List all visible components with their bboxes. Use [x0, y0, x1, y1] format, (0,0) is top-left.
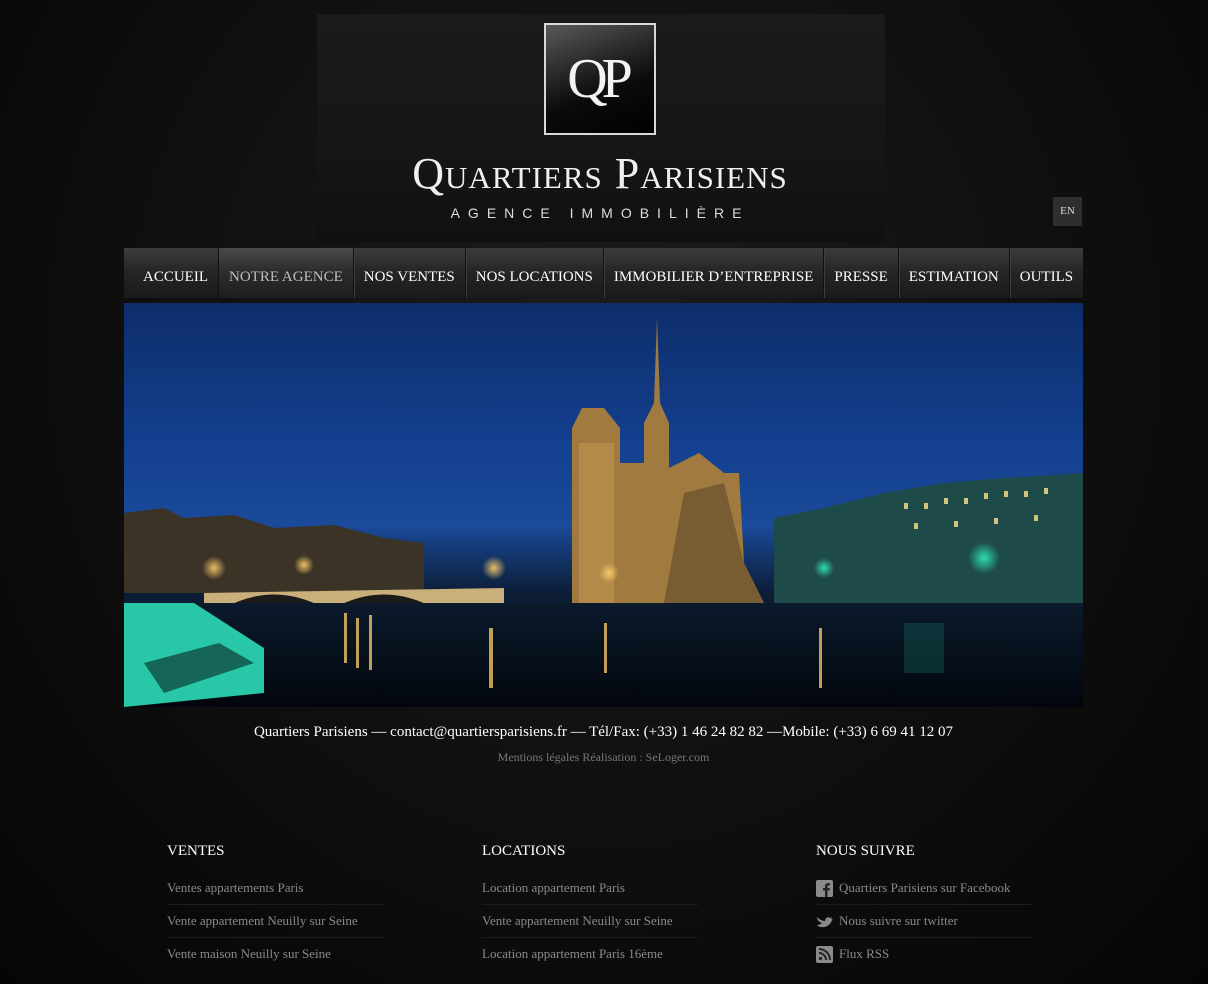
legal-notice-link[interactable]: Mentions légales — [498, 750, 580, 764]
main-nav: ACCUEIL NOTRE AGENCE NOS VENTES NOS LOCA… — [124, 248, 1083, 298]
rss-icon — [816, 945, 833, 963]
footer-column-locations: LOCATIONS Location appartement Paris Ven… — [482, 843, 698, 970]
language-switch-button[interactable]: EN — [1053, 197, 1082, 226]
facebook-link[interactable]: Quartiers Parisiens sur Facebook — [816, 872, 1032, 905]
footer-column-social: NOUS SUIVRE Quartiers Parisiens sur Face… — [816, 843, 1032, 970]
nav-item-nos-ventes[interactable]: NOS VENTES — [354, 248, 466, 298]
nav-item-accueil[interactable]: ACCUEIL — [124, 248, 219, 298]
ventes-link[interactable]: Ventes appartements Paris — [167, 872, 383, 905]
nav-item-presse[interactable]: PRESSE — [824, 248, 899, 298]
credit-link[interactable]: Réalisation : SeLoger.com — [582, 750, 709, 764]
column-title-ventes: VENTES — [167, 843, 225, 859]
ventes-link[interactable]: Vente maison Neuilly sur Seine — [167, 938, 383, 970]
hero-image-notre-dame-night — [124, 303, 1083, 707]
hero-illustration — [124, 318, 1083, 707]
nav-item-notre-agence[interactable]: NOTRE AGENCE — [219, 248, 354, 298]
facebook-icon — [816, 879, 833, 897]
nav-item-outils[interactable]: OUTILS — [1010, 248, 1083, 298]
nav-item-immobilier-entreprise[interactable]: IMMOBILIER D’ENTREPRISE — [604, 248, 825, 298]
column-title-locations: LOCATIONS — [482, 843, 566, 859]
nav-item-nos-locations[interactable]: NOS LOCATIONS — [466, 248, 604, 298]
locations-link[interactable]: Vente appartement Neuilly sur Seine — [482, 905, 698, 938]
rss-label: Flux RSS — [839, 946, 890, 961]
locations-link[interactable]: Location appartement Paris — [482, 872, 698, 905]
twitter-bird-icon — [817, 916, 833, 927]
footer-column-ventes: VENTES Ventes appartements Paris Vente a… — [167, 843, 383, 970]
contact-line: Quartiers Parisiens — contact@quartiersp… — [253, 724, 954, 740]
facebook-label: Quartiers Parisiens sur Facebook — [839, 880, 1011, 895]
locations-link[interactable]: Location appartement Paris 16ème — [482, 938, 698, 970]
rss-link[interactable]: Flux RSS — [816, 938, 1032, 970]
nav-item-estimation[interactable]: ESTIMATION — [899, 248, 1010, 298]
column-title-social: NOUS SUIVRE — [816, 843, 915, 859]
brand-tagline: AGENCE IMMOBILIÈRE — [450, 205, 750, 221]
legal-line: Mentions légales Réalisation : SeLoger.c… — [124, 750, 1083, 765]
logo-monogram[interactable]: QP — [544, 23, 656, 135]
twitter-label: Nous suivre sur twitter — [839, 913, 958, 928]
monogram-text: QP — [567, 48, 633, 110]
ventes-link[interactable]: Vente appartement Neuilly sur Seine — [167, 905, 383, 938]
twitter-link[interactable]: Nous suivre sur twitter — [816, 905, 1032, 938]
brand-name: Quartiers Parisiens — [412, 149, 788, 198]
